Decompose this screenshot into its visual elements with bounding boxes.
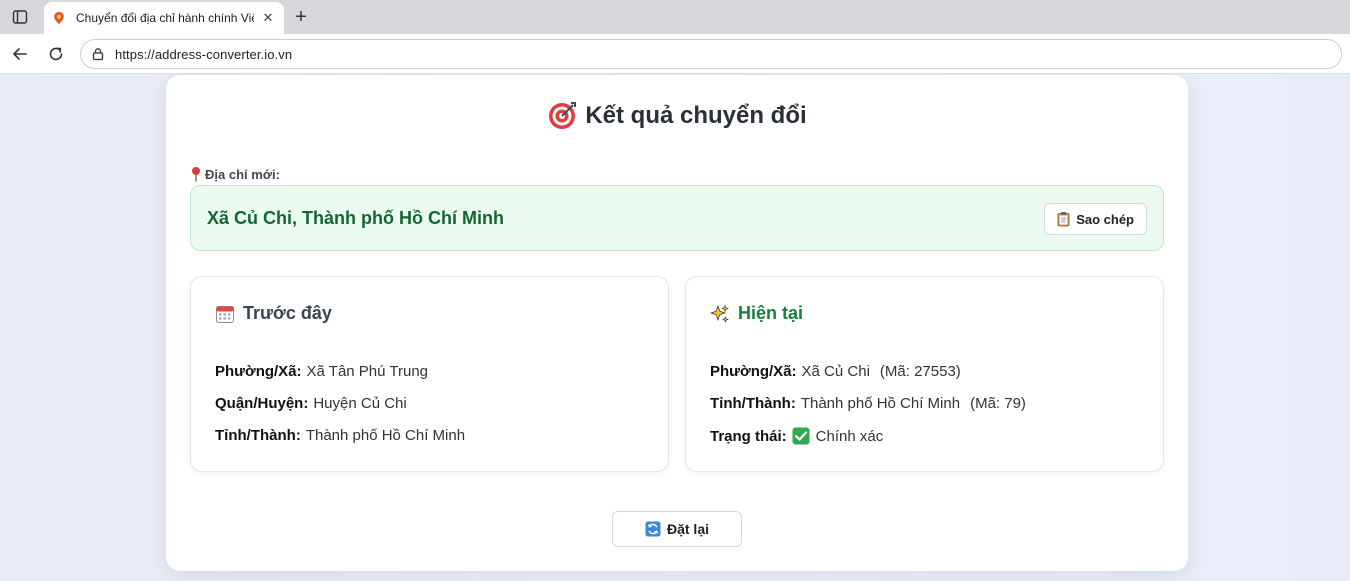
refresh-icon (645, 521, 661, 537)
current-title-text: Hiện tại (738, 303, 804, 323)
new-tab-icon[interactable]: + (290, 6, 312, 28)
url-field[interactable]: https://address-converter.io.vn (80, 39, 1342, 69)
sidebar-toggle-icon[interactable] (10, 7, 30, 27)
result-heading: Kết quả chuyển đổi (166, 101, 1188, 131)
copy-button[interactable]: Sao chép (1044, 203, 1147, 235)
current-ward-row: Phường/Xã: Xã Củ Chi (Mã: 27553) (710, 363, 961, 380)
current-province-code: (Mã: 79) (970, 395, 1026, 412)
before-district-key: Quận/Huyện: (215, 395, 309, 412)
calendar-icon (216, 305, 234, 323)
before-ward-row: Phường/Xã: Xã Tân Phú Trung (215, 363, 428, 380)
back-icon[interactable] (8, 42, 32, 66)
browser-tab-bar: Chuyển đổi địa chỉ hành chính Việt Nam ✕… (0, 0, 1350, 34)
before-ward-key: Phường/Xã: (215, 363, 302, 380)
before-panel: Trước đây Phường/Xã: Xã Tân Phú Trung Quậ… (190, 276, 669, 472)
result-card: Kết quả chuyển đổi Địa chỉ mới: Xã Củ Ch… (166, 75, 1188, 571)
before-panel-title: Trước đây (215, 303, 332, 324)
new-address-box: Xã Củ Chi, Thành phố Hồ Chí Minh Sao ché… (190, 185, 1164, 251)
before-district-row: Quận/Huyện: Huyện Củ Chi (215, 395, 407, 412)
current-ward-value: Xã Củ Chi (801, 363, 870, 380)
current-province-key: Tỉnh/Thành: (710, 395, 796, 412)
current-status-key: Trạng thái: (710, 427, 787, 445)
copy-button-label: Sao chép (1076, 211, 1134, 227)
reload-icon[interactable] (44, 42, 68, 66)
before-district-value: Huyện Củ Chi (313, 395, 407, 412)
current-ward-key: Phường/Xã: (710, 363, 797, 380)
target-icon (549, 102, 577, 129)
current-panel: Hiện tại Phường/Xã: Xã Củ Chi (Mã: 27553) … (685, 276, 1164, 472)
site-info-icon[interactable] (91, 47, 105, 61)
current-province-value: Thành phố Hồ Chí Minh (800, 395, 961, 412)
check-icon (792, 427, 810, 445)
before-province-value: Thành phố Hồ Chí Minh (305, 427, 466, 444)
current-province-row: Tỉnh/Thành: Thành phố Hồ Chí Minh (Mã: 79) (710, 395, 1026, 412)
new-address-label: Địa chỉ mới: (190, 166, 280, 182)
clipboard-icon (1057, 212, 1070, 227)
current-panel-title: Hiện tại (710, 303, 803, 324)
browser-tab[interactable]: Chuyển đổi địa chỉ hành chính Việt Nam ✕ (44, 2, 284, 34)
current-status-value: Chính xác (815, 427, 884, 445)
pushpin-icon (192, 167, 200, 182)
reset-button[interactable]: Đặt lại (612, 511, 742, 547)
page-title: Kết quả chuyển đổi (585, 102, 807, 129)
address-bar: https://address-converter.io.vn (0, 34, 1350, 74)
before-province-row: Tỉnh/Thành: Thành phố Hồ Chí Minh (215, 427, 465, 444)
before-ward-value: Xã Tân Phú Trung (306, 363, 429, 380)
current-ward-code: (Mã: 27553) (879, 363, 961, 380)
site-favicon-icon (54, 12, 64, 24)
new-address-value: Xã Củ Chi, Thành phố Hồ Chí Minh (207, 208, 504, 228)
page-background: Kết quả chuyển đổi Địa chỉ mới: Xã Củ Ch… (0, 74, 1350, 581)
reset-button-label: Đặt lại (666, 521, 709, 537)
sparkles-icon (710, 304, 729, 323)
new-address-label-text: Địa chỉ mới: (205, 166, 280, 182)
before-province-key: Tỉnh/Thành: (215, 427, 301, 444)
tab-close-icon[interactable]: ✕ (260, 10, 276, 26)
before-title-text: Trước đây (243, 303, 332, 323)
url-text: https://address-converter.io.vn (115, 46, 293, 62)
tab-title: Chuyển đổi địa chỉ hành chính Việt Nam (76, 11, 254, 25)
current-status-row: Trạng thái: Chính xác (710, 427, 883, 445)
